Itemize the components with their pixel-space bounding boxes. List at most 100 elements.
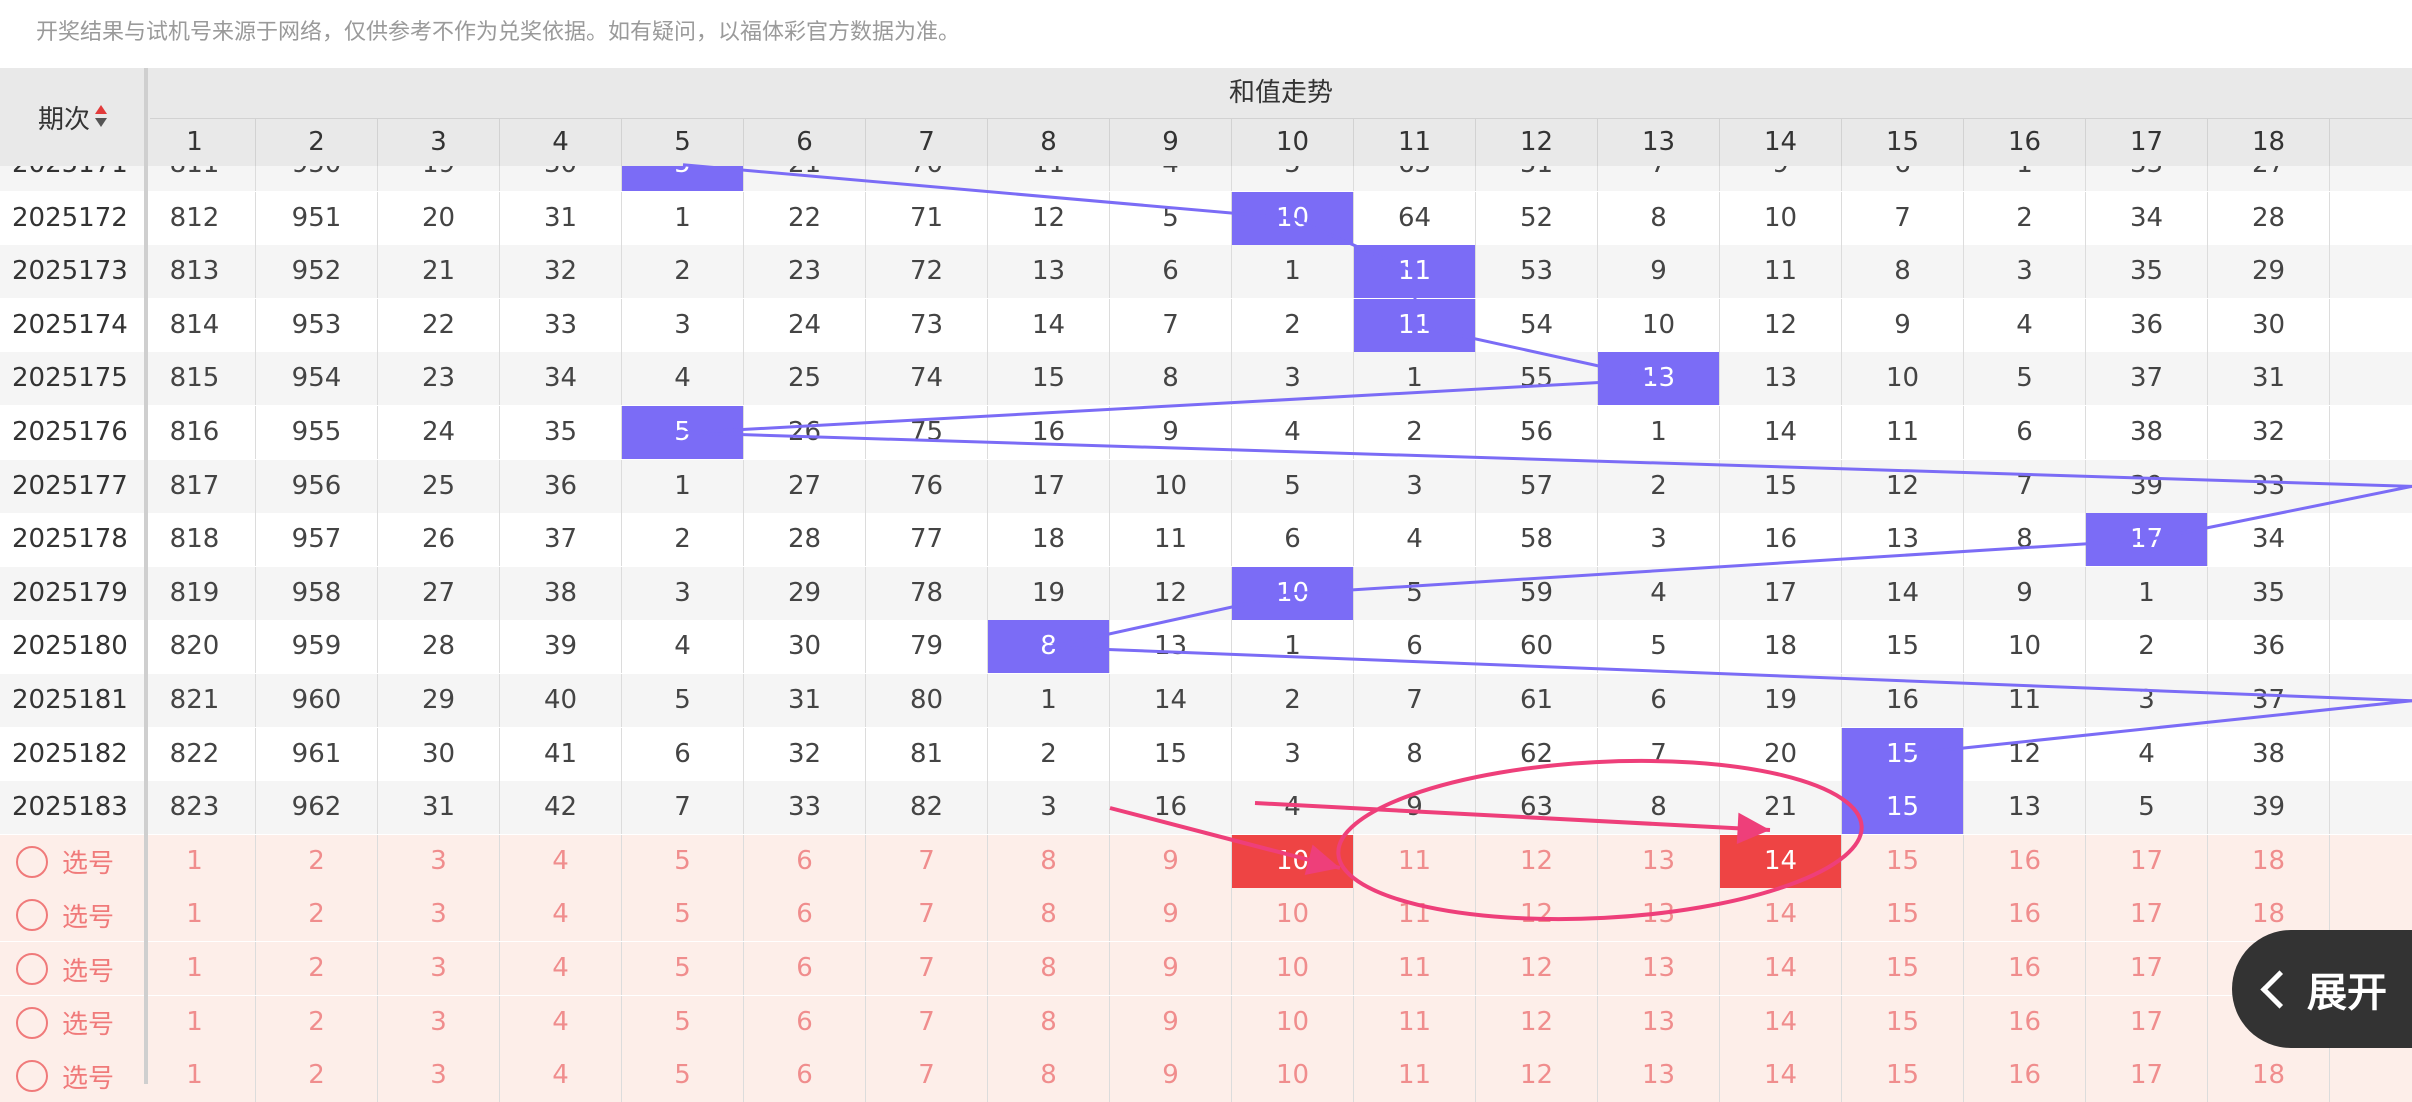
- pick-number-cell[interactable]: 7: [866, 834, 988, 888]
- pick-number-cell[interactable]: 6: [744, 888, 866, 942]
- pick-number-cell[interactable]: 5: [622, 1049, 744, 1102]
- pick-number-cell[interactable]: 15: [1842, 888, 1964, 942]
- pick-number-cell[interactable]: 7: [866, 888, 988, 942]
- issue-sort-header[interactable]: 期次: [0, 68, 146, 166]
- pick-number-cell[interactable]: 16: [1964, 834, 2086, 888]
- pick-number-cell[interactable]: 11: [1354, 834, 1476, 888]
- pick-number-cell[interactable]: 18: [2208, 1049, 2330, 1102]
- pick-number-cell[interactable]: 9: [1110, 942, 1232, 995]
- pick-number-cell[interactable]: 13: [1598, 942, 1720, 995]
- pick-number-cell[interactable]: 17: [2086, 888, 2208, 942]
- pick-number-cell[interactable]: 12: [1476, 995, 1598, 1049]
- pick-number-cell[interactable]: 11: [1354, 1049, 1476, 1102]
- pick-number-cell[interactable]: 1: [134, 834, 256, 888]
- pick-number-cell[interactable]: 15: [1842, 942, 1964, 995]
- pick-number-cell[interactable]: 14: [1720, 834, 1842, 888]
- pick-number-cell[interactable]: 9: [1110, 995, 1232, 1049]
- pick-number-cell[interactable]: 17: [2086, 1049, 2208, 1102]
- table-cell: 35: [2086, 245, 2208, 299]
- pick-number-cell[interactable]: 1: [134, 942, 256, 995]
- pick-number-cell[interactable]: 16: [1964, 942, 2086, 995]
- pick-number-cell[interactable]: 11: [1354, 995, 1476, 1049]
- pick-number-cell[interactable]: 4: [500, 942, 622, 995]
- table-cell: 16: [988, 406, 1110, 459]
- pick-number-cell[interactable]: 5: [622, 888, 744, 942]
- pick-number-cell[interactable]: 3: [378, 888, 500, 942]
- pick-number-cell[interactable]: 11: [1354, 942, 1476, 995]
- pick-number-cell[interactable]: 2: [256, 1049, 378, 1102]
- pick-number-cell[interactable]: 13: [1598, 834, 1720, 888]
- pick-number-cell[interactable]: 8: [988, 888, 1110, 942]
- pick-number-cell[interactable]: 4: [500, 995, 622, 1049]
- pick-number-cell[interactable]: 15: [1842, 834, 1964, 888]
- pick-number-cell[interactable]: 16: [1964, 1049, 2086, 1102]
- pick-number-cell[interactable]: 8: [988, 995, 1110, 1049]
- pick-number-button[interactable]: 选号: [16, 1006, 114, 1040]
- pick-number-cell[interactable]: 13: [1598, 888, 1720, 942]
- pick-number-cell[interactable]: 15: [1842, 995, 1964, 1049]
- pick-number-cell[interactable]: 10: [1232, 995, 1354, 1049]
- pick-number-cell[interactable]: 17: [2086, 942, 2208, 995]
- pick-number-cell[interactable]: 17: [2086, 834, 2208, 888]
- pick-number-button[interactable]: 选号: [16, 845, 114, 879]
- pick-number-cell[interactable]: 12: [1476, 1049, 1598, 1102]
- pick-number-button[interactable]: 选号: [16, 953, 114, 987]
- pick-number-cell[interactable]: 7: [866, 942, 988, 995]
- radio-circle-icon: [16, 1060, 48, 1093]
- pick-number-button[interactable]: 选号: [16, 1060, 114, 1094]
- pick-number-cell[interactable]: 14: [1720, 995, 1842, 1049]
- pick-number-cell[interactable]: 5: [622, 942, 744, 995]
- pick-number-cell[interactable]: 7: [866, 1049, 988, 1102]
- pick-number-cell[interactable]: 10: [1232, 1049, 1354, 1102]
- pick-number-cell[interactable]: 18: [2208, 834, 2330, 888]
- pick-number-cell[interactable]: 6: [744, 942, 866, 995]
- pick-number-cell[interactable]: 14: [1720, 942, 1842, 995]
- expand-button[interactable]: 展开: [2232, 930, 2412, 1048]
- pick-number-cell[interactable]: 14: [1720, 888, 1842, 942]
- pick-number-cell[interactable]: 12: [1476, 942, 1598, 995]
- pick-number-cell[interactable]: 10: [1232, 834, 1354, 888]
- pick-number-cell[interactable]: 8: [988, 1049, 1110, 1102]
- pick-number-cell[interactable]: 1: [134, 1049, 256, 1102]
- pick-number-cell[interactable]: 9: [1110, 834, 1232, 888]
- pick-number-button[interactable]: 选号: [16, 899, 114, 933]
- pick-number-cell[interactable]: 6: [744, 995, 866, 1049]
- pick-number-cell[interactable]: 2: [256, 942, 378, 995]
- pick-number-cell[interactable]: 14: [1720, 1049, 1842, 1102]
- pick-number-cell[interactable]: 2: [256, 888, 378, 942]
- pick-number-cell[interactable]: 4: [500, 1049, 622, 1102]
- table-cell: 8: [1964, 513, 2086, 567]
- pick-number-cell[interactable]: 3: [378, 834, 500, 888]
- pick-number-cell[interactable]: 16: [1964, 995, 2086, 1049]
- pick-number-cell[interactable]: 7: [866, 995, 988, 1049]
- pick-number-cell[interactable]: 12: [1476, 888, 1598, 942]
- pick-number-cell[interactable]: 16: [1964, 888, 2086, 942]
- pick-number-cell[interactable]: 5: [622, 834, 744, 888]
- pick-number-cell[interactable]: 13: [1598, 995, 1720, 1049]
- pick-number-cell[interactable]: 8: [988, 942, 1110, 995]
- pick-number-cell[interactable]: 9: [1110, 1049, 1232, 1102]
- pick-number-cell[interactable]: 1: [134, 995, 256, 1049]
- pick-number-cell[interactable]: 6: [744, 1049, 866, 1102]
- pick-number-cell[interactable]: 6: [744, 834, 866, 888]
- pick-number-cell[interactable]: 3: [378, 1049, 500, 1102]
- pick-number-cell[interactable]: 4: [500, 834, 622, 888]
- pick-number-cell[interactable]: 10: [1232, 888, 1354, 942]
- pick-number-cell[interactable]: 2: [256, 834, 378, 888]
- pick-number-cell[interactable]: 13: [1598, 1049, 1720, 1102]
- pick-number-cell[interactable]: 5: [622, 995, 744, 1049]
- pick-number-cell[interactable]: 12: [1476, 834, 1598, 888]
- pick-number-cell[interactable]: 2: [256, 995, 378, 1049]
- pick-number-cell[interactable]: 8: [988, 834, 1110, 888]
- pick-number-cell[interactable]: 10: [1232, 942, 1354, 995]
- pick-number-cell[interactable]: 4: [500, 888, 622, 942]
- pick-number-cell[interactable]: 3: [378, 995, 500, 1049]
- pick-number-cell[interactable]: 9: [1110, 888, 1232, 942]
- pick-number-cell[interactable]: 3: [378, 942, 500, 995]
- column-header-11: 11: [1354, 118, 1476, 166]
- pick-number-cell[interactable]: 11: [1354, 888, 1476, 942]
- pick-number-cell[interactable]: 1: [134, 888, 256, 942]
- pick-number-cell[interactable]: 17: [2086, 995, 2208, 1049]
- table-cell: 7: [1842, 191, 1964, 245]
- pick-number-cell[interactable]: 15: [1842, 1049, 1964, 1102]
